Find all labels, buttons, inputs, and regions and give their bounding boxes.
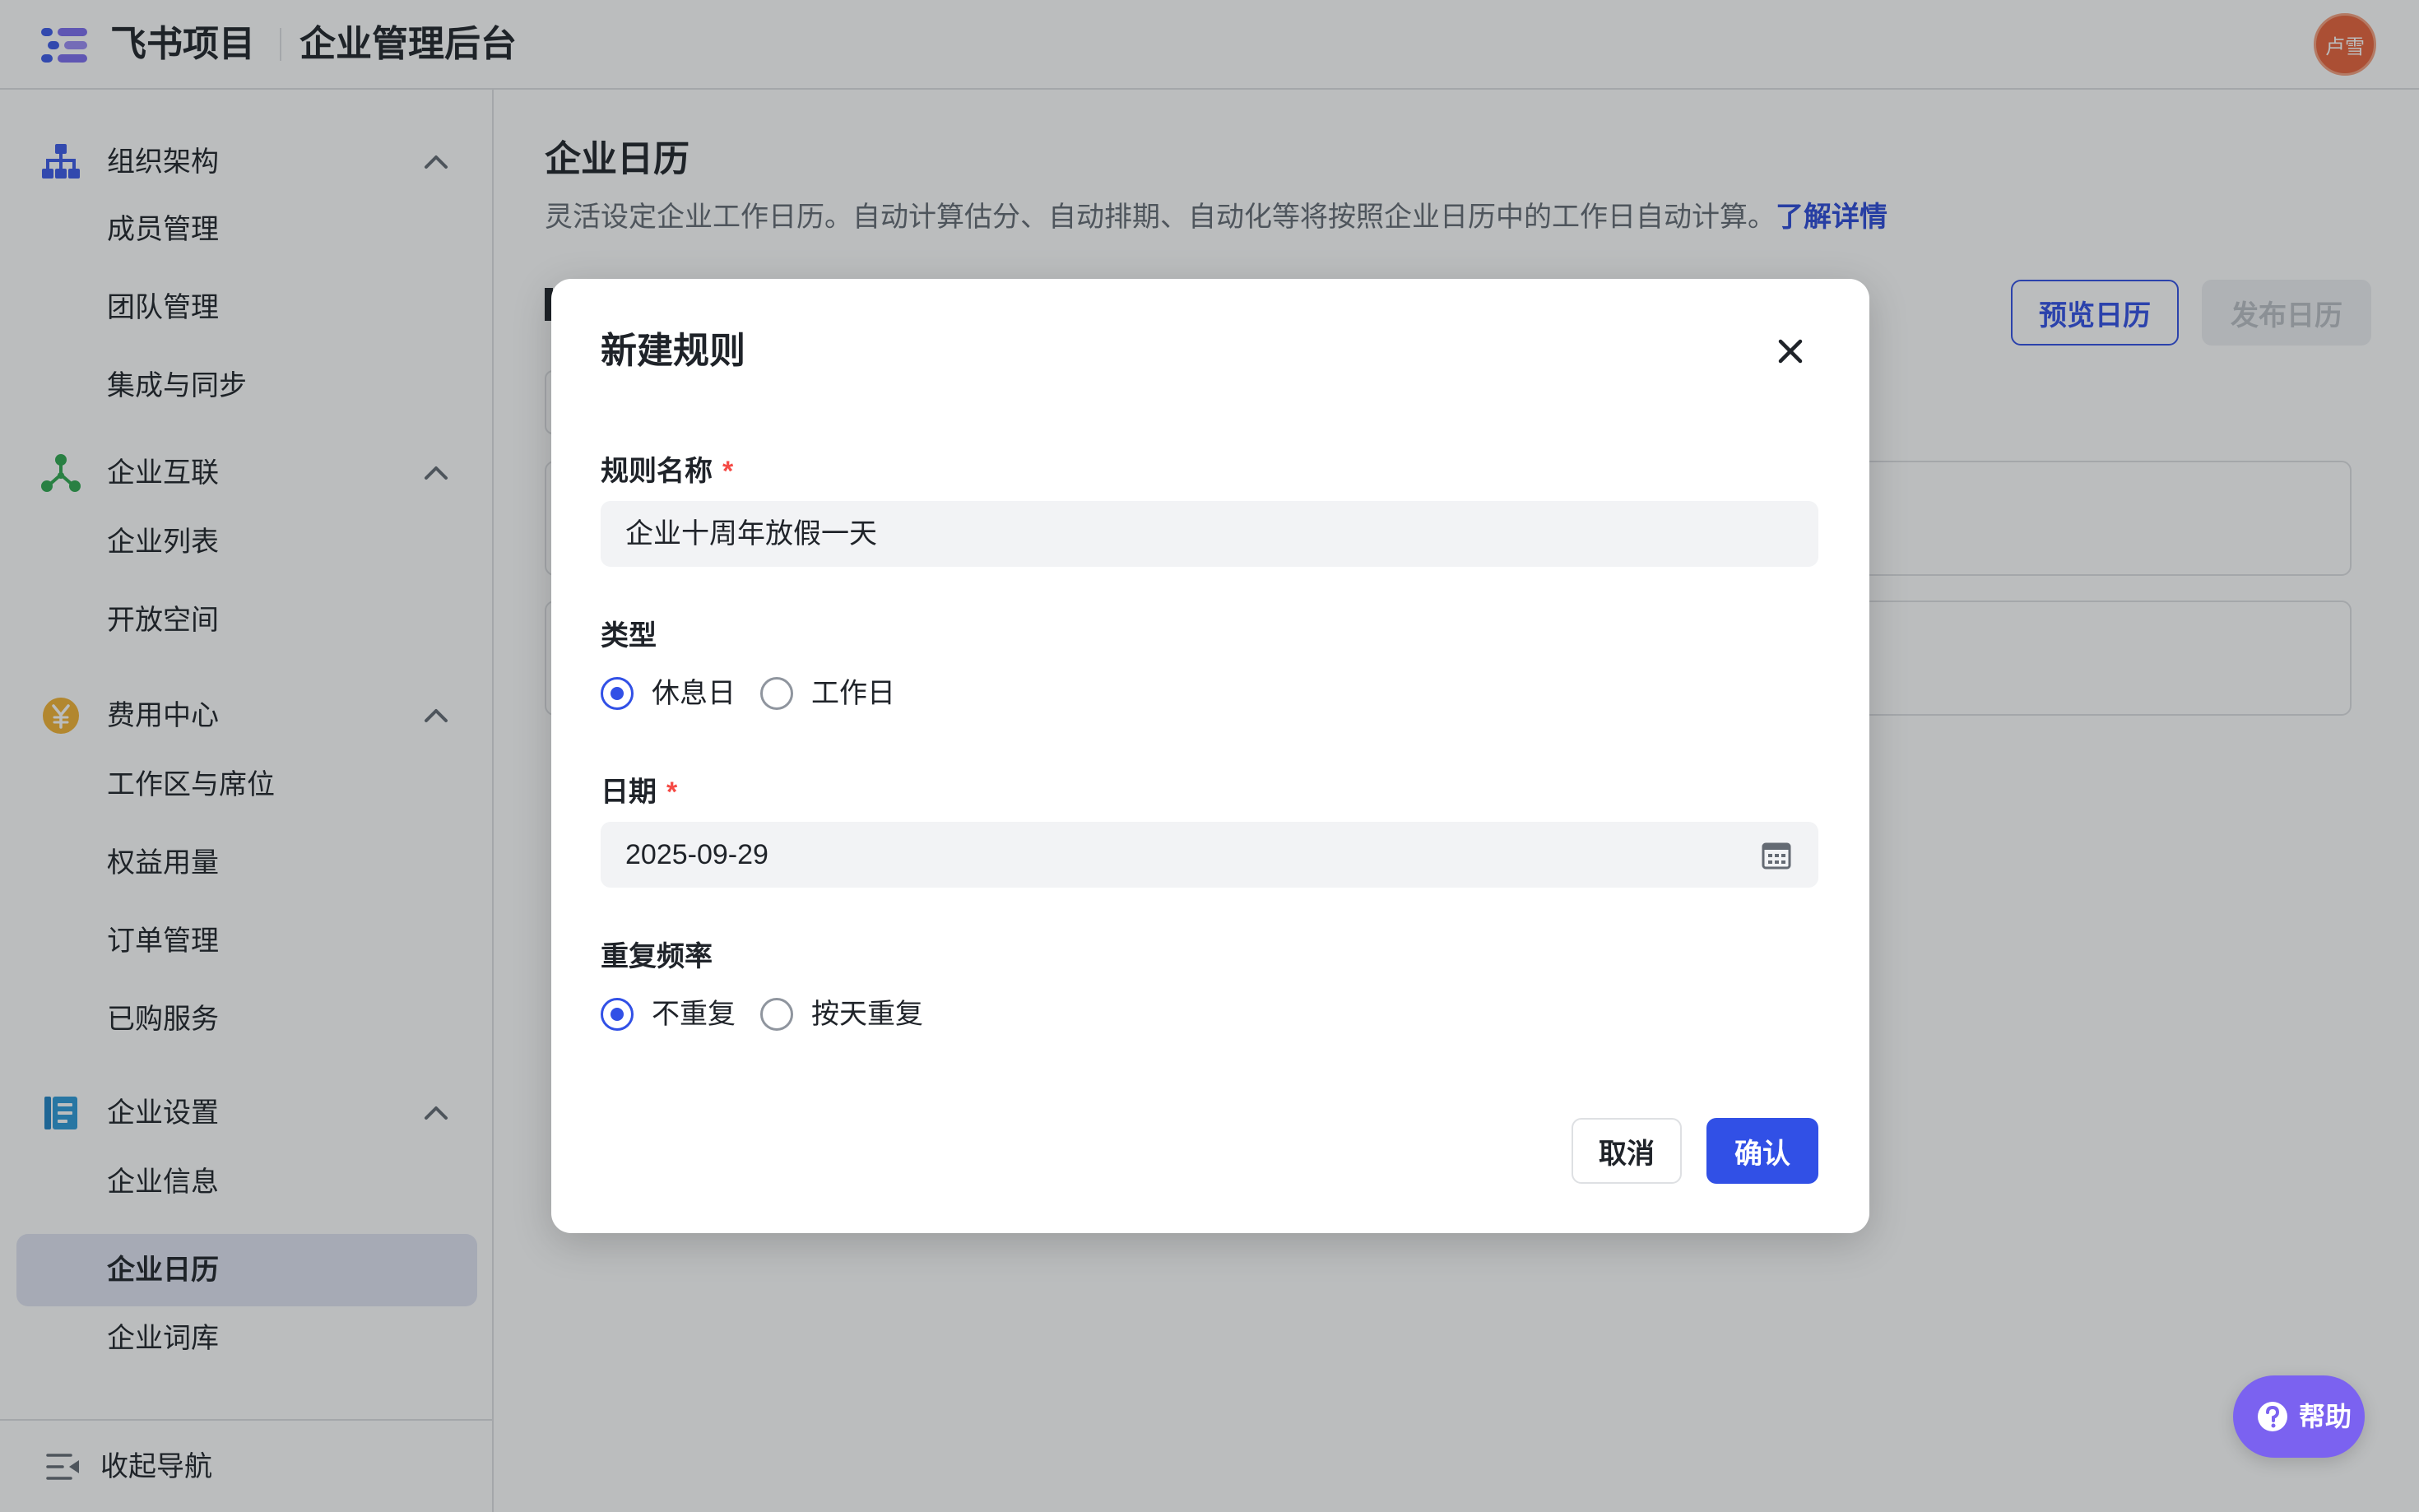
radio-no-repeat[interactable] [601,998,634,1031]
date-value: 2025-09-29 [625,839,768,870]
type-radio-group: 休息日 工作日 [601,674,1012,713]
repeat-radio-group: 不重复 按天重复 [601,995,1012,1034]
date-label-text: 日期 [601,777,657,808]
date-label: 日期 * [601,772,677,812]
close-icon[interactable] [1774,335,1807,368]
help-button[interactable]: 帮助 [2233,1375,2365,1458]
radio-daily-repeat[interactable] [760,998,793,1031]
calendar-icon[interactable] [1761,840,1792,871]
rule-name-input[interactable]: 企业十周年放假一天 [601,501,1818,567]
radio-daily-repeat-label[interactable]: 按天重复 [811,995,923,1034]
question-icon [2258,1402,2287,1431]
radio-work-day[interactable] [760,677,793,710]
rule-name-value: 企业十周年放假一天 [625,518,877,550]
type-label: 类型 [601,616,657,656]
rule-name-label-text: 规则名称 [601,456,713,487]
rule-name-label: 规则名称 * [601,452,733,491]
repeat-label-text: 重复频率 [601,941,713,972]
date-picker-input[interactable]: 2025-09-29 [601,822,1818,888]
help-label: 帮助 [2299,1402,2352,1431]
radio-no-repeat-label[interactable]: 不重复 [652,995,736,1034]
new-rule-dialog: 新建规则 规则名称 * 企业十周年放假一天 类型 休息日 工作日 日期 * 2025… [551,279,1869,1233]
radio-work-day-label[interactable]: 工作日 [811,674,895,713]
type-label-text: 类型 [601,620,657,652]
required-mark: * [722,456,734,487]
required-mark: * [666,777,678,808]
radio-rest-day-label[interactable]: 休息日 [652,674,736,713]
repeat-label: 重复频率 [601,937,713,976]
confirm-button[interactable]: 确认 [1706,1118,1818,1184]
cancel-button[interactable]: 取消 [1572,1118,1682,1184]
radio-rest-day[interactable] [601,677,634,710]
dialog-title: 新建规则 [601,331,745,371]
